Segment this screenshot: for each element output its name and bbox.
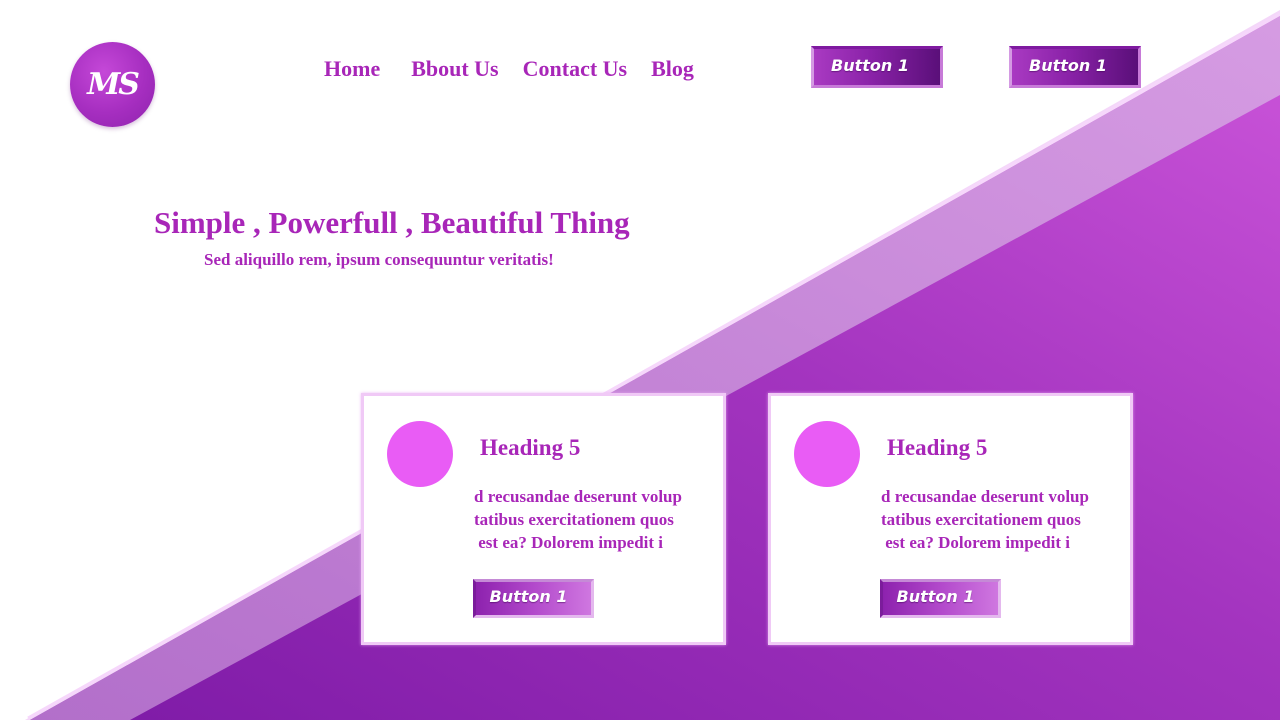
card-1-circle-image bbox=[387, 421, 453, 487]
card-2-circle-image bbox=[794, 421, 860, 487]
hero-title: Simple , Powerfull , Beautiful Thing bbox=[154, 205, 630, 240]
brand-logo[interactable]: MS bbox=[70, 42, 155, 127]
nav-about-link[interactable]: Bbout Us bbox=[411, 55, 498, 83]
card-2-heading: Heading 5 bbox=[887, 435, 988, 460]
header-button-2-label: Button 1 bbox=[1029, 55, 1107, 75]
header-button-1-label: Button 1 bbox=[831, 55, 909, 75]
nav-blog-link[interactable]: Blog bbox=[651, 55, 694, 83]
card-1-body-text: d recusandae deserunt volup tatibus exer… bbox=[474, 487, 682, 552]
header-button-2[interactable]: Button 1 bbox=[1009, 46, 1141, 88]
card-2-body-text: d recusandae deserunt volup tatibus exer… bbox=[881, 487, 1089, 552]
nav-contact-link[interactable]: Contact Us bbox=[523, 55, 628, 83]
logo-text: MS bbox=[87, 67, 140, 102]
feature-card-2: Heading 5 d recusandae deserunt volup ta… bbox=[768, 393, 1133, 645]
card-1-button[interactable]: Button 1 bbox=[473, 579, 594, 618]
header-button-1[interactable]: Button 1 bbox=[811, 46, 943, 88]
card-2-button[interactable]: Button 1 bbox=[880, 579, 1001, 618]
card-1-button-label: Button 1 bbox=[489, 587, 568, 606]
feature-card-1: Heading 5 d recusandae deserunt volup ta… bbox=[361, 393, 726, 645]
nav-home-link[interactable]: Home bbox=[324, 55, 380, 83]
main-nav: Home Bbout Us Contact Us Blog bbox=[324, 55, 718, 83]
hero-subtitle: Sed aliquillo rem, ipsum consequuntur ve… bbox=[204, 250, 554, 269]
card-1-heading: Heading 5 bbox=[480, 435, 581, 460]
card-2-button-label: Button 1 bbox=[896, 587, 975, 606]
